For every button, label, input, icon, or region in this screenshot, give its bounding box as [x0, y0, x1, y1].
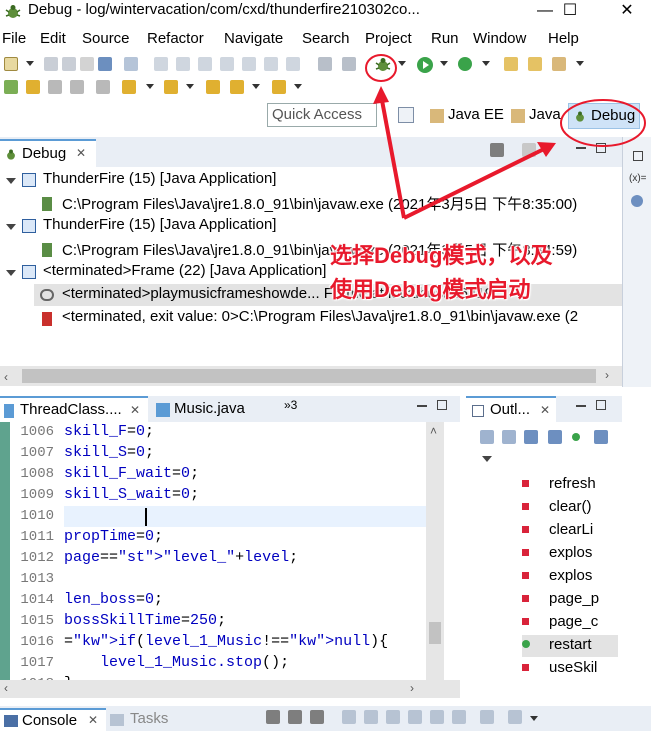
highlight-ellipse-debug-button — [365, 54, 397, 82]
annotation-text-line1: 选择Debug模式，以及 — [330, 243, 553, 268]
highlight-ellipse-debug-perspective — [560, 99, 646, 147]
annotation-arrow — [403, 146, 547, 220]
annotation-arrow — [379, 94, 406, 219]
annotation-overlay — [365, 54, 646, 220]
annotation-text-line2: 使用Debug模式启动 — [330, 277, 531, 302]
arrow-head — [373, 86, 389, 104]
